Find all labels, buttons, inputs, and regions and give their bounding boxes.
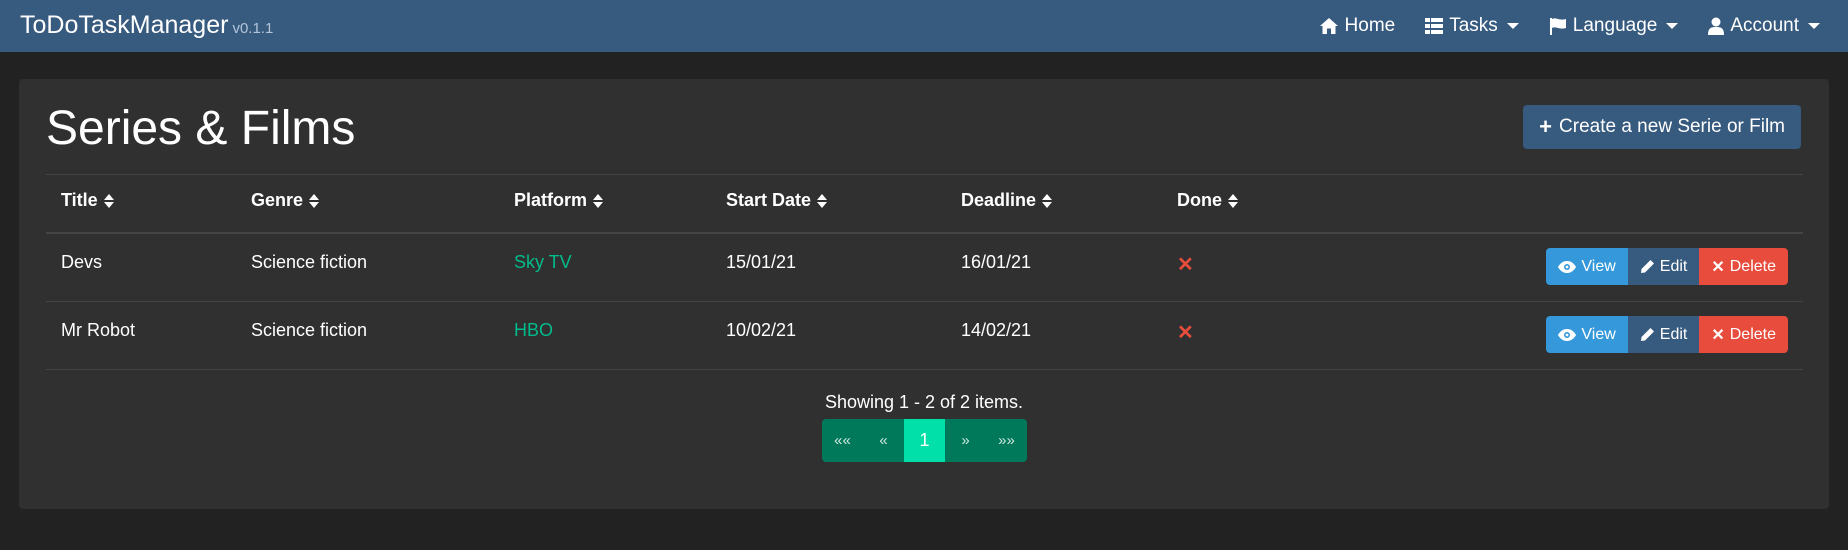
eye-icon	[1558, 260, 1577, 273]
column-label: Deadline	[961, 190, 1037, 210]
nav-language[interactable]: Language	[1549, 15, 1679, 37]
view-label: View	[1581, 257, 1616, 275]
delete-label: Delete	[1729, 325, 1776, 343]
table-icon	[1425, 18, 1444, 34]
cell-start-date: 10/02/21	[726, 320, 797, 340]
sort-icon	[309, 193, 320, 208]
sort-icon	[593, 193, 604, 208]
cell-genre: Science fiction	[251, 320, 368, 340]
cell-title: Devs	[61, 252, 103, 272]
next-page-button[interactable]: »	[945, 419, 986, 462]
cell-platform-link[interactable]: Sky TV	[514, 252, 572, 273]
view-button[interactable]: View	[1546, 248, 1628, 285]
close-icon: ✕	[1711, 326, 1725, 344]
sort-icon	[103, 193, 114, 208]
delete-button[interactable]: ✕ Delete	[1699, 248, 1788, 285]
column-header-platform[interactable]: Platform	[514, 190, 604, 211]
page-1-button[interactable]: 1	[904, 419, 945, 462]
navbar: ToDoTaskManager v0.1.1 Home Tasks Languag…	[0, 0, 1848, 52]
pagination: «« « 1 » »»	[822, 419, 1027, 462]
pencil-icon	[1640, 260, 1654, 273]
cell-deadline: 16/01/21	[961, 252, 1032, 272]
cell-title: Mr Robot	[61, 320, 136, 340]
nav-tasks[interactable]: Tasks	[1425, 15, 1519, 37]
column-label: Done	[1177, 190, 1222, 210]
page-title: Series & Films	[46, 102, 356, 155]
nav-account-label: Account	[1730, 15, 1799, 36]
column-header-title[interactable]: Title	[61, 190, 114, 211]
nav-account[interactable]: Account	[1708, 15, 1820, 37]
edit-button[interactable]: Edit	[1627, 248, 1700, 285]
cell-genre: Science fiction	[251, 252, 368, 272]
sort-icon	[817, 193, 828, 208]
column-label: Genre	[251, 190, 304, 210]
plus-icon: +	[1539, 114, 1553, 139]
table-row: Devs Science fiction Sky TV 15/01/21 16/…	[46, 234, 1803, 302]
column-header-start-date[interactable]: Start Date	[726, 190, 828, 211]
cell-deadline: 14/02/21	[961, 320, 1032, 340]
table-header: Title Genre Platform Start Date Deadline…	[46, 174, 1803, 234]
table-row: Mr Robot Science fiction HBO 10/02/21 14…	[46, 302, 1803, 370]
column-header-done[interactable]: Done	[1177, 190, 1238, 211]
not-done-icon: ✕	[1177, 254, 1194, 276]
close-icon: ✕	[1711, 258, 1725, 276]
column-label: Title	[61, 190, 98, 210]
column-label: Start Date	[726, 190, 812, 210]
nav-tasks-label: Tasks	[1449, 15, 1498, 36]
column-header-deadline[interactable]: Deadline	[961, 190, 1053, 211]
user-icon	[1708, 17, 1725, 35]
brand-name[interactable]: ToDoTaskManager	[20, 11, 228, 39]
nav-menu: Home Tasks Language Account	[1319, 0, 1820, 52]
row-actions: View Edit ✕ Delete	[1546, 316, 1788, 353]
first-page-button[interactable]: ««	[822, 419, 863, 462]
view-button[interactable]: View	[1546, 316, 1628, 353]
edit-button[interactable]: Edit	[1627, 316, 1700, 353]
cell-start-date: 15/01/21	[726, 252, 797, 272]
prev-page-button[interactable]: «	[863, 419, 904, 462]
home-icon	[1319, 18, 1338, 34]
column-label: Platform	[514, 190, 588, 210]
delete-button[interactable]: ✕ Delete	[1699, 316, 1788, 353]
nav-home[interactable]: Home	[1319, 15, 1396, 37]
view-label: View	[1581, 325, 1616, 343]
sort-icon	[1228, 193, 1238, 208]
pencil-icon	[1640, 328, 1654, 341]
chevron-down-icon	[1808, 23, 1820, 29]
edit-label: Edit	[1659, 257, 1688, 275]
nav-language-label: Language	[1572, 15, 1658, 36]
cell-platform-link[interactable]: HBO	[514, 320, 553, 341]
eye-icon	[1558, 328, 1577, 341]
chevron-down-icon	[1666, 23, 1679, 29]
create-button[interactable]: + Create a new Serie or Film	[1523, 105, 1801, 149]
content-card: Series & Films + Create a new Serie or F…	[19, 79, 1829, 509]
delete-label: Delete	[1729, 257, 1776, 275]
edit-label: Edit	[1659, 325, 1688, 343]
not-done-icon: ✕	[1177, 322, 1194, 344]
version-label: v0.1.1	[232, 20, 274, 37]
chevron-down-icon	[1506, 23, 1519, 29]
last-page-button[interactable]: »»	[986, 419, 1027, 462]
row-actions: View Edit ✕ Delete	[1546, 248, 1788, 285]
flag-icon	[1549, 18, 1566, 35]
column-header-genre[interactable]: Genre	[251, 190, 320, 211]
pagination-summary: Showing 1 - 2 of 2 items.	[824, 392, 1024, 412]
brand[interactable]: ToDoTaskManager v0.1.1	[20, 11, 273, 40]
nav-home-label: Home	[1344, 15, 1396, 36]
create-button-label: Create a new Serie or Film	[1559, 116, 1785, 137]
sort-icon	[1042, 193, 1053, 208]
